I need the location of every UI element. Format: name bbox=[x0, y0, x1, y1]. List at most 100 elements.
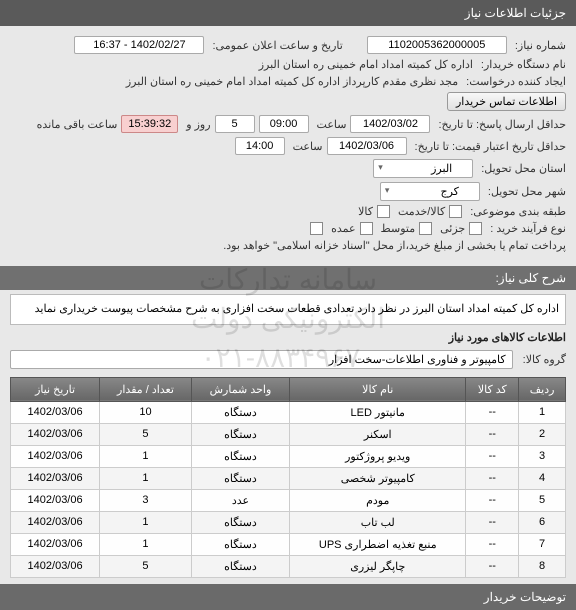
contact-button[interactable]: اطلاعات تماس خریدار bbox=[447, 92, 566, 111]
topic-class-label: طبقه بندی موضوعی: bbox=[470, 205, 566, 218]
table-cell: 10 bbox=[100, 401, 192, 423]
items-table: ردیفکد کالانام کالاواحد شمارشتعداد / مقد… bbox=[10, 377, 566, 578]
table-row[interactable]: 5--مودمعدد31402/03/06 bbox=[11, 489, 566, 511]
p3-checkbox[interactable] bbox=[360, 222, 373, 235]
table-cell: -- bbox=[466, 401, 519, 423]
payment-note: پرداخت تمام یا بخشی از مبلغ خرید،از محل … bbox=[223, 239, 566, 252]
table-cell: 1 bbox=[100, 445, 192, 467]
table-cell: دستگاه bbox=[191, 423, 289, 445]
table-header: ردیف bbox=[519, 377, 566, 401]
table-cell: 1402/03/06 bbox=[11, 401, 100, 423]
announce-field: 1402/02/27 - 16:37 bbox=[74, 36, 204, 54]
table-row[interactable]: 8--چاپگر لیزریدستگاه51402/03/06 bbox=[11, 555, 566, 577]
table-header: تاریخ نیاز bbox=[11, 377, 100, 401]
table-cell: -- bbox=[466, 423, 519, 445]
table-header: واحد شمارش bbox=[191, 377, 289, 401]
p1-checkbox[interactable] bbox=[469, 222, 482, 235]
valid-label: حداقل تاریخ اعتبار قیمت: تا تاریخ: bbox=[415, 140, 566, 153]
items-header: اطلاعات کالاهای مورد نیاز bbox=[10, 331, 566, 344]
service-checkbox[interactable] bbox=[449, 205, 462, 218]
creator-value: مجد نظری مقدم کارپرداز اداره کل کمیته ام… bbox=[126, 75, 458, 88]
req-no-label: شماره نیاز: bbox=[515, 39, 566, 52]
table-cell: 3 bbox=[100, 489, 192, 511]
table-cell: 2 bbox=[519, 423, 566, 445]
table-cell: 1402/03/06 bbox=[11, 445, 100, 467]
p2-label: متوسط bbox=[381, 222, 416, 235]
creator-label: ایجاد کننده درخواست: bbox=[466, 75, 566, 88]
table-cell: 5 bbox=[519, 489, 566, 511]
table-cell: دستگاه bbox=[191, 445, 289, 467]
table-cell: مانیتور LED bbox=[290, 401, 466, 423]
table-cell: 6 bbox=[519, 511, 566, 533]
p2-checkbox[interactable] bbox=[419, 222, 432, 235]
table-cell: اسکنر bbox=[290, 423, 466, 445]
table-row[interactable]: 1--مانیتور LEDدستگاه101402/03/06 bbox=[11, 401, 566, 423]
table-cell: عدد bbox=[191, 489, 289, 511]
valid-date: 1402/03/06 bbox=[327, 137, 407, 155]
table-cell: دستگاه bbox=[191, 467, 289, 489]
days-field: 5 bbox=[215, 115, 255, 133]
province-select[interactable]: البرز bbox=[373, 159, 473, 178]
table-cell: 7 bbox=[519, 533, 566, 555]
table-cell: 1402/03/06 bbox=[11, 423, 100, 445]
group-value: کامپیوتر و فناوری اطلاعات-سخت افزار bbox=[10, 350, 513, 369]
time-label-2: ساعت bbox=[293, 140, 323, 153]
deadline-send-date: 1402/03/02 bbox=[350, 115, 430, 133]
group-label: گروه کالا: bbox=[523, 353, 566, 366]
table-cell: -- bbox=[466, 467, 519, 489]
table-cell: 5 bbox=[100, 555, 192, 577]
table-row[interactable]: 3--ویدیو پروژکتوردستگاه11402/03/06 bbox=[11, 445, 566, 467]
valid-time: 14:00 bbox=[235, 137, 285, 155]
table-row[interactable]: 6--لب تابدستگاه11402/03/06 bbox=[11, 511, 566, 533]
time-label-1: ساعت bbox=[317, 118, 347, 131]
buyer-value: اداره کل کمیته امداد امام خمینی ره استان… bbox=[259, 58, 473, 71]
table-cell: لب تاب bbox=[290, 511, 466, 533]
deadline-send-time: 09:00 bbox=[259, 115, 309, 133]
table-cell: -- bbox=[466, 489, 519, 511]
table-cell: 1402/03/06 bbox=[11, 467, 100, 489]
remain-label: ساعت باقی مانده bbox=[37, 118, 118, 131]
table-cell: دستگاه bbox=[191, 555, 289, 577]
goods-checkbox[interactable] bbox=[377, 205, 390, 218]
table-cell: ویدیو پروژکتور bbox=[290, 445, 466, 467]
table-cell: منبع تغذیه اضطراری UPS bbox=[290, 533, 466, 555]
desc-header: شرح کلی نیاز: bbox=[0, 266, 576, 290]
table-header: تعداد / مقدار bbox=[100, 377, 192, 401]
table-cell: دستگاه bbox=[191, 401, 289, 423]
table-cell: 1402/03/06 bbox=[11, 533, 100, 555]
table-cell: 8 bbox=[519, 555, 566, 577]
table-cell: دستگاه bbox=[191, 511, 289, 533]
remain-time: 15:39:32 bbox=[121, 115, 178, 133]
table-cell: کامپیوتر شخصی bbox=[290, 467, 466, 489]
table-cell: -- bbox=[466, 555, 519, 577]
table-header: نام کالا bbox=[290, 377, 466, 401]
province-label: استان محل تحویل: bbox=[481, 162, 566, 175]
table-cell: 4 bbox=[519, 467, 566, 489]
table-header: کد کالا bbox=[466, 377, 519, 401]
table-cell: 1402/03/06 bbox=[11, 511, 100, 533]
page-header: جزئیات اطلاعات نیاز bbox=[0, 0, 576, 26]
city-select[interactable]: کرج bbox=[380, 182, 480, 201]
table-row[interactable]: 2--اسکنردستگاه51402/03/06 bbox=[11, 423, 566, 445]
p1-label: جزئی bbox=[440, 222, 465, 235]
table-row[interactable]: 7--منبع تغذیه اضطراری UPSدستگاه11402/03/… bbox=[11, 533, 566, 555]
desc-text: اداره کل کمیته امداد استان البرز در نظر … bbox=[10, 294, 566, 325]
payment-checkbox[interactable] bbox=[310, 222, 323, 235]
table-row[interactable]: 4--کامپیوتر شخصیدستگاه11402/03/06 bbox=[11, 467, 566, 489]
table-cell: 1402/03/06 bbox=[11, 489, 100, 511]
service-cb-label: کالا/خدمت bbox=[398, 205, 445, 218]
goods-cb-label: کالا bbox=[358, 205, 373, 218]
table-cell: 1 bbox=[100, 467, 192, 489]
table-cell: 5 bbox=[100, 423, 192, 445]
announce-label: تاریخ و ساعت اعلان عمومی: bbox=[212, 39, 342, 52]
city-label: شهر محل تحویل: bbox=[488, 185, 566, 198]
table-cell: -- bbox=[466, 511, 519, 533]
deadline-send-label: حداقل ارسال پاسخ: تا تاریخ: bbox=[438, 118, 566, 131]
table-cell: -- bbox=[466, 445, 519, 467]
req-no-field: 1102005362000005 bbox=[367, 36, 507, 54]
table-cell: دستگاه bbox=[191, 533, 289, 555]
days-label: روز و bbox=[186, 118, 210, 131]
table-cell: 1 bbox=[100, 511, 192, 533]
table-cell: 1402/03/06 bbox=[11, 555, 100, 577]
footer-header: توضیحات خریدار bbox=[0, 584, 576, 610]
